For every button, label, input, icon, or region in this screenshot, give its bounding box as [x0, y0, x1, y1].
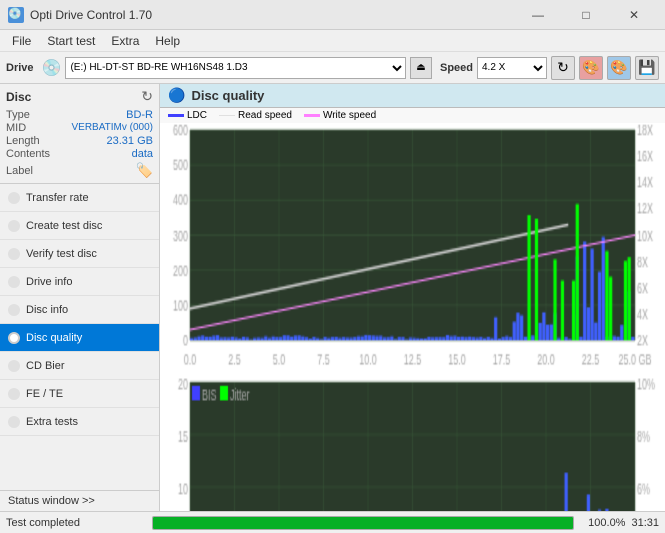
nav-cd-bier[interactable]: CD Bier: [0, 352, 159, 380]
nav-list: Transfer rate Create test disc Verify te…: [0, 184, 159, 436]
mid-label: MID: [6, 122, 26, 134]
label-label: Label: [6, 165, 33, 177]
label-icon[interactable]: 🏷️: [136, 162, 153, 179]
disc-quality-title: Disc quality: [191, 88, 264, 103]
nav-label-active: Disc quality: [26, 332, 82, 344]
contents-label: Contents: [6, 148, 50, 160]
nav-disc-quality[interactable]: Disc quality: [0, 324, 159, 352]
disc-quality-header: 🔵 Disc quality: [160, 84, 665, 108]
type-label: Type: [6, 109, 30, 121]
nav-dot: [8, 388, 20, 400]
length-label: Length: [6, 135, 40, 147]
title-bar: 💿 Opti Drive Control 1.70 — □ ✕: [0, 0, 665, 30]
nav-label: Create test disc: [26, 220, 102, 232]
type-value: BD-R: [126, 109, 153, 121]
status-window-label: Status window >>: [8, 495, 95, 507]
ldc-chart: [160, 123, 665, 375]
left-panel: Disc ↻ Type BD-R MID VERBATIMv (000) Len…: [0, 84, 160, 511]
menu-help[interactable]: Help: [147, 32, 188, 50]
color2-button[interactable]: 🎨: [607, 56, 631, 80]
bottom-status-bar: Test completed 100.0% 31:31: [0, 511, 665, 533]
nav-transfer-rate[interactable]: Transfer rate: [0, 184, 159, 212]
nav-dot: [8, 276, 20, 288]
minimize-button[interactable]: —: [515, 0, 561, 30]
nav-label: FE / TE: [26, 388, 63, 400]
drive-selector[interactable]: (E:) HL-DT-ST BD-RE WH16NS48 1.D3: [65, 57, 406, 79]
close-button[interactable]: ✕: [611, 0, 657, 30]
legend-ldc: LDC: [168, 110, 207, 121]
nav-dot: [8, 220, 20, 232]
drive-icon: 💿: [42, 58, 62, 78]
nav-label: Transfer rate: [26, 192, 89, 204]
menu-start-test[interactable]: Start test: [39, 32, 103, 50]
chart-legend: LDC Read speed Write speed: [160, 108, 665, 123]
nav-dot: [8, 248, 20, 260]
menu-extra[interactable]: Extra: [103, 32, 147, 50]
nav-label: Drive info: [26, 276, 72, 288]
legend-write-speed: Write speed: [304, 110, 376, 121]
speed-label: Speed: [440, 62, 473, 74]
nav-dot-active: [8, 332, 20, 344]
ldc-label: LDC: [187, 110, 207, 121]
charts-container: [160, 123, 665, 511]
right-panel: 🔵 Disc quality LDC Read speed Write spee…: [160, 84, 665, 511]
nav-dot: [8, 304, 20, 316]
nav-dot: [8, 360, 20, 372]
read-speed-label: Read speed: [238, 110, 292, 121]
nav-label: CD Bier: [26, 360, 65, 372]
menu-bar: File Start test Extra Help: [0, 30, 665, 52]
contents-value: data: [132, 148, 153, 160]
nav-label: Extra tests: [26, 416, 78, 428]
nav-verify-test[interactable]: Verify test disc: [0, 240, 159, 268]
disc-info-section: Disc ↻ Type BD-R MID VERBATIMv (000) Len…: [0, 84, 159, 184]
app-icon: 💿: [8, 7, 24, 23]
nav-dot: [8, 416, 20, 428]
legend-read-speed: Read speed: [219, 110, 292, 121]
nav-drive-info[interactable]: Drive info: [0, 268, 159, 296]
status-window-button[interactable]: Status window >>: [0, 490, 159, 511]
length-value: 23.31 GB: [107, 135, 153, 147]
nav-dot: [8, 192, 20, 204]
nav-fe-te[interactable]: FE / TE: [0, 380, 159, 408]
disc-section-title: Disc: [6, 90, 31, 104]
save-button[interactable]: 💾: [635, 56, 659, 80]
maximize-button[interactable]: □: [563, 0, 609, 30]
disc-refresh-icon[interactable]: ↻: [141, 88, 153, 105]
progress-bar: [152, 516, 574, 530]
color1-button[interactable]: 🎨: [579, 56, 603, 80]
nav-extra-tests[interactable]: Extra tests: [0, 408, 159, 436]
nav-create-test[interactable]: Create test disc: [0, 212, 159, 240]
drive-bar: Drive 💿 (E:) HL-DT-ST BD-RE WH16NS48 1.D…: [0, 52, 665, 84]
read-speed-color: [219, 115, 235, 116]
write-speed-color: [304, 114, 320, 117]
nav-disc-info[interactable]: Disc info: [0, 296, 159, 324]
app-title: Opti Drive Control 1.70: [30, 8, 515, 22]
speed-selector[interactable]: 4.2 X: [477, 57, 547, 79]
nav-label: Verify test disc: [26, 248, 97, 260]
ldc-color: [168, 114, 184, 117]
mid-value: VERBATIMv (000): [72, 122, 154, 134]
write-speed-label: Write speed: [323, 110, 376, 121]
eject-button[interactable]: ⏏: [410, 57, 432, 79]
disc-quality-icon: 🔵: [168, 87, 185, 104]
bis-chart: [160, 375, 665, 511]
drive-label: Drive: [6, 62, 34, 74]
window-controls: — □ ✕: [515, 0, 657, 30]
menu-file[interactable]: File: [4, 32, 39, 50]
nav-label: Disc info: [26, 304, 68, 316]
refresh-button[interactable]: ↻: [551, 56, 575, 80]
